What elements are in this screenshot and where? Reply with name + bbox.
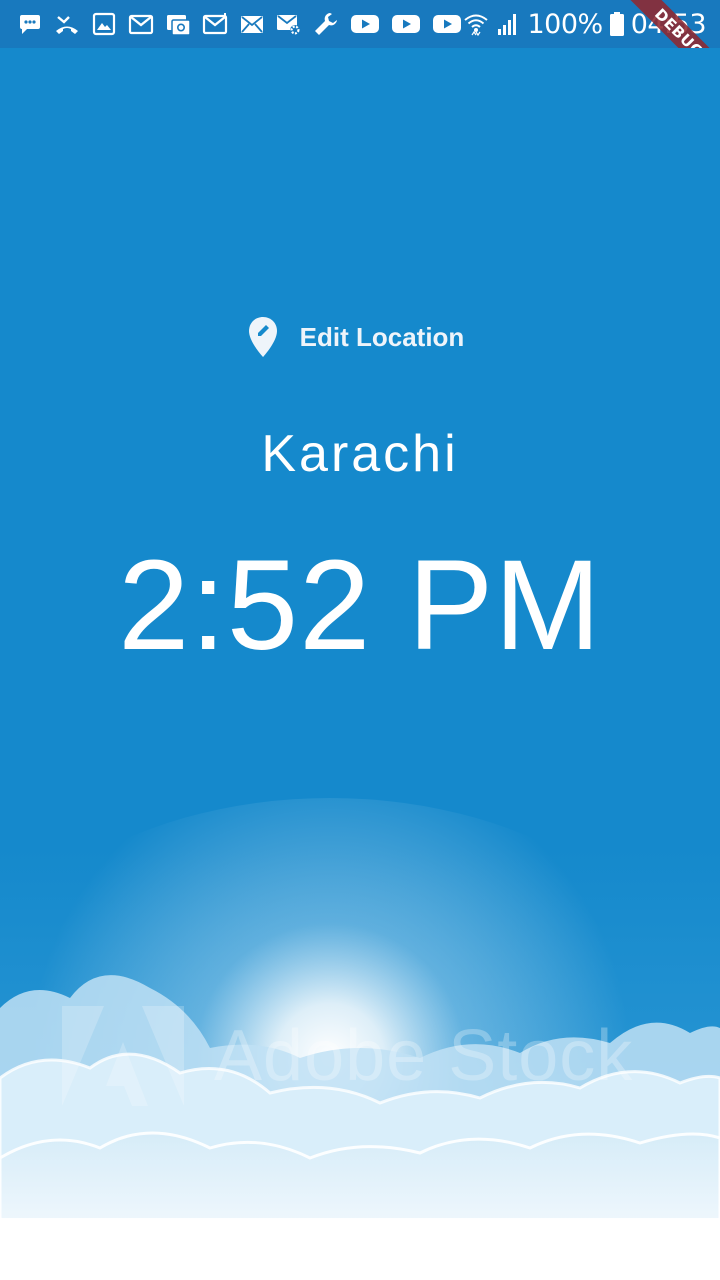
youtube-icon [351, 15, 379, 33]
chat-icon [20, 15, 40, 34]
edit-location-label: Edit Location [299, 321, 465, 352]
battery-percentage: 100% [527, 8, 603, 40]
edit-location-icon [248, 317, 277, 357]
email-icon [167, 15, 191, 36]
edit-location-button[interactable]: Edit Location [0, 314, 720, 360]
missed-call-icon [56, 16, 78, 34]
youtube-icon [433, 15, 461, 33]
adobe-stock-watermark: Adobe Stock [62, 1006, 633, 1106]
location-name: Karachi [261, 425, 459, 483]
watermark-text: Adobe Stock [214, 1016, 634, 1096]
gmail-icon [128, 14, 154, 35]
gmail-icon [202, 13, 228, 35]
mail-settings-icon [277, 15, 300, 35]
image-icon [92, 12, 116, 36]
signal-icon [498, 14, 517, 35]
main-content: Edit Location Karachi 2:52 PM Adobe Stoc… [0, 48, 720, 1280]
battery-icon [609, 12, 624, 36]
youtube-icon [392, 15, 420, 33]
location-time: 2:52 PM [118, 534, 602, 677]
adobe-logo-icon [62, 1006, 184, 1106]
wifi-icon [464, 14, 489, 37]
wrench-icon [315, 13, 337, 35]
status-bar: 100% 04:53 [0, 0, 720, 48]
notification-icons [0, 11, 462, 37]
mail-icon [241, 16, 263, 33]
